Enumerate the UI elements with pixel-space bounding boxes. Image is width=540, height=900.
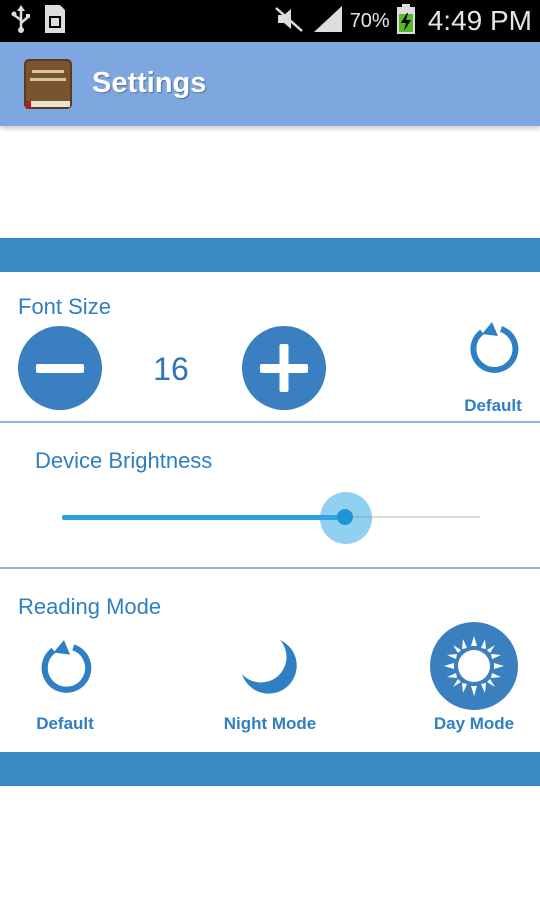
font-size-value: 16	[153, 351, 189, 387]
refresh-icon	[37, 640, 95, 700]
sim-card-icon	[42, 3, 68, 40]
mode-default-button[interactable]	[37, 638, 95, 701]
section-band-top	[0, 238, 540, 272]
brightness-title: Device Brightness	[35, 448, 213, 473]
signal-icon	[312, 4, 344, 39]
mode-default-label[interactable]: Default	[20, 714, 110, 734]
decrease-font-button[interactable]	[18, 326, 102, 410]
page-title: Settings	[92, 67, 207, 99]
sun-icon	[430, 636, 518, 714]
night-mode-label[interactable]: Night Mode	[210, 714, 330, 734]
font-default-button[interactable]	[466, 320, 522, 381]
font-size-title: Font Size	[18, 294, 111, 319]
muted-icon	[272, 4, 306, 39]
status-bar: 70% 4:49 PM	[0, 0, 540, 42]
clock: 4:49 PM	[427, 5, 532, 36]
day-mode-label[interactable]: Day Mode	[424, 714, 524, 734]
usb-icon	[10, 4, 32, 39]
increase-font-button[interactable]	[242, 326, 326, 410]
action-bar: Settings	[0, 42, 540, 126]
moon-icon	[238, 640, 300, 702]
slider-thumb[interactable]	[337, 509, 353, 525]
battery-percent: 70%	[349, 9, 390, 32]
reading-mode-title: Reading Mode	[18, 594, 162, 619]
slider-track-filled[interactable]	[62, 515, 346, 520]
battery-charging-icon	[396, 3, 416, 40]
minus-icon	[18, 364, 102, 414]
divider	[0, 567, 540, 569]
night-mode-button[interactable]	[238, 636, 300, 703]
divider	[0, 421, 540, 423]
day-mode-button[interactable]	[430, 622, 518, 710]
plus-icon	[242, 344, 326, 414]
section-band-bottom	[0, 752, 540, 786]
app-book-icon[interactable]	[20, 55, 76, 111]
refresh-icon	[466, 322, 522, 380]
font-default-label[interactable]: Default	[456, 396, 530, 416]
